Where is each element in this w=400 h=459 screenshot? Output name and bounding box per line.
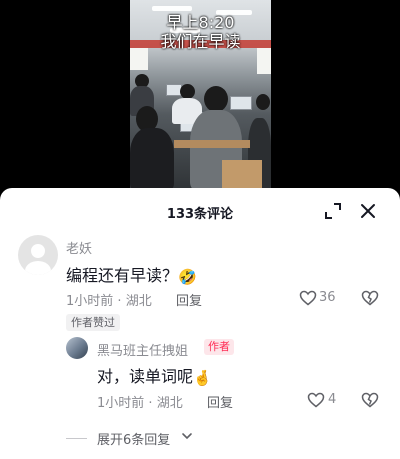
- classroom-window: [257, 48, 271, 74]
- expand-icon[interactable]: [324, 202, 342, 220]
- reply-text-body: 对，读单词呢: [97, 367, 194, 386]
- reply-button[interactable]: 回复: [176, 290, 202, 309]
- comment-text-body: 编程还有早读？: [66, 266, 179, 285]
- heart-icon[interactable]: [299, 289, 317, 307]
- meta-separator: ·: [117, 294, 122, 309]
- desk: [174, 140, 250, 148]
- avatar[interactable]: [18, 235, 58, 275]
- expand-divider: [66, 438, 87, 439]
- comment-panel-header: 133条评论: [0, 188, 400, 234]
- heart-icon[interactable]: [307, 391, 325, 409]
- reply-text: 对，读单词呢🤞: [97, 363, 212, 387]
- student: [130, 128, 174, 190]
- comment-panel: 133条评论 老妖 编程还有早读？🤣 1小时前 · 湖北 回复 36 作者赞过 …: [0, 188, 400, 459]
- comment-username[interactable]: 老妖: [66, 238, 92, 257]
- author-liked-badge: 作者赞过: [66, 314, 120, 331]
- comment-time: 1小时前: [66, 294, 114, 309]
- reply-meta: 1小时前 · 湖北: [97, 392, 183, 411]
- broken-heart-icon[interactable]: [361, 289, 379, 307]
- ceiling-light: [152, 6, 192, 11]
- chevron-down-icon[interactable]: [181, 430, 193, 442]
- desk: [222, 160, 262, 190]
- reply-to-reply-button[interactable]: 回复: [207, 392, 233, 411]
- student-head: [180, 84, 195, 99]
- video-player[interactable]: 早上8:20 我们在早读: [0, 0, 400, 190]
- close-icon[interactable]: [359, 202, 377, 220]
- reply-username[interactable]: 黑马班主任拽姐: [97, 340, 188, 359]
- avatar-placeholder-head: [31, 244, 45, 258]
- reply-time: 1小时前: [97, 396, 145, 411]
- crossed-fingers-emoji: 🤞: [193, 369, 212, 387]
- video-caption-line1: 早上8:20: [166, 13, 235, 32]
- comment-meta: 1小时前 · 湖北: [66, 290, 152, 309]
- laughing-emoji: 🤣: [178, 268, 197, 286]
- author-tag: 作者: [204, 339, 234, 355]
- video-frame[interactable]: 早上8:20 我们在早读: [130, 0, 271, 190]
- reply-location: 湖北: [156, 396, 183, 411]
- avatar-placeholder-body: [25, 261, 51, 275]
- broken-heart-icon[interactable]: [361, 391, 379, 409]
- video-caption-line2: 我们在早读: [160, 32, 241, 51]
- student-head: [256, 94, 270, 110]
- student-head: [204, 86, 228, 112]
- meta-separator: ·: [148, 396, 153, 411]
- comment-location: 湖北: [125, 294, 152, 309]
- like-count: 36: [319, 290, 336, 305]
- classroom-window: [130, 48, 148, 70]
- reply-like-count: 4: [328, 392, 337, 407]
- comment-text: 编程还有早读？🤣: [66, 262, 197, 286]
- reply-avatar[interactable]: [66, 337, 88, 359]
- expand-replies-button[interactable]: 展开6条回复: [97, 429, 170, 448]
- monitor: [230, 96, 252, 110]
